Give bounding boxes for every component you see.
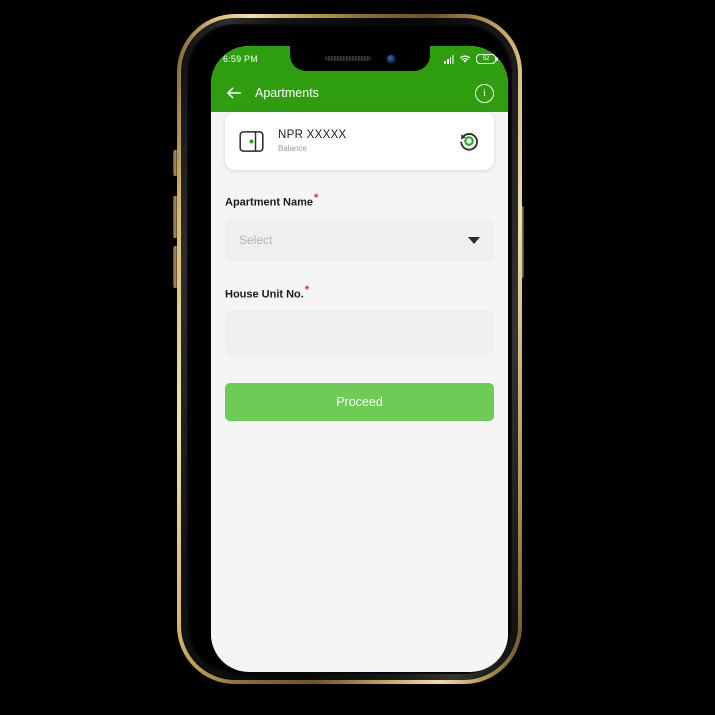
apartment-name-select[interactable]: Select bbox=[225, 218, 494, 262]
page-body: NPR XXXXX Balance Apartment Name* Select… bbox=[211, 112, 508, 666]
wifi-icon bbox=[459, 55, 471, 63]
info-glyph: i bbox=[482, 86, 487, 99]
battery-level-label: 52 bbox=[482, 56, 490, 62]
earpiece-speaker-icon bbox=[324, 56, 371, 61]
balance-text: NPR XXXXX Balance bbox=[278, 129, 458, 153]
phone-screen: 6:59 PM 52 Apartments i NPR XXXXX Balanc… bbox=[211, 46, 508, 672]
house-unit-input[interactable] bbox=[225, 310, 494, 356]
battery-icon: 52 bbox=[476, 54, 496, 64]
apartment-name-field-group: Apartment Name* Select bbox=[225, 192, 494, 262]
balance-card[interactable]: NPR XXXXX Balance bbox=[225, 112, 494, 170]
refresh-icon[interactable] bbox=[458, 130, 480, 152]
phone-frame: 6:59 PM 52 Apartments i NPR XXXXX Balanc… bbox=[177, 14, 522, 684]
back-arrow-icon[interactable] bbox=[225, 84, 243, 102]
status-bar-indicators: 52 bbox=[444, 54, 496, 64]
balance-label: Balance bbox=[278, 144, 307, 153]
cellular-signal-icon bbox=[444, 54, 454, 64]
status-bar-clock: 6:59 PM bbox=[223, 54, 258, 64]
house-unit-label: House Unit No.* bbox=[225, 284, 494, 301]
house-unit-label-text: House Unit No. bbox=[225, 288, 304, 301]
apartment-name-label-text: Apartment Name bbox=[225, 196, 314, 209]
apartment-name-selected-value: Select bbox=[239, 233, 273, 248]
app-bar: Apartments i bbox=[211, 72, 508, 114]
screenshot-stage: 6:59 PM 52 Apartments i NPR XXXXX Balanc… bbox=[0, 0, 715, 715]
phone-bezel: 6:59 PM 52 Apartments i NPR XXXXX Balanc… bbox=[181, 18, 518, 680]
house-unit-field-group: House Unit No.* bbox=[225, 284, 494, 356]
proceed-button[interactable]: Proceed bbox=[225, 383, 494, 422]
required-asterisk: * bbox=[304, 283, 310, 296]
front-camera-icon bbox=[386, 54, 395, 63]
info-icon[interactable]: i bbox=[475, 83, 494, 103]
page-title: Apartments bbox=[255, 86, 319, 100]
apartment-name-label: Apartment Name* bbox=[225, 192, 494, 209]
wallet-icon bbox=[239, 130, 264, 152]
display-notch bbox=[289, 46, 430, 71]
status-bar: 6:59 PM 52 bbox=[211, 46, 508, 72]
required-asterisk: * bbox=[314, 192, 319, 204]
balance-amount: NPR XXXXX bbox=[278, 129, 347, 141]
chevron-down-icon bbox=[468, 236, 480, 244]
phone-inner-bezel: 6:59 PM 52 Apartments i NPR XXXXX Balanc… bbox=[187, 24, 512, 674]
